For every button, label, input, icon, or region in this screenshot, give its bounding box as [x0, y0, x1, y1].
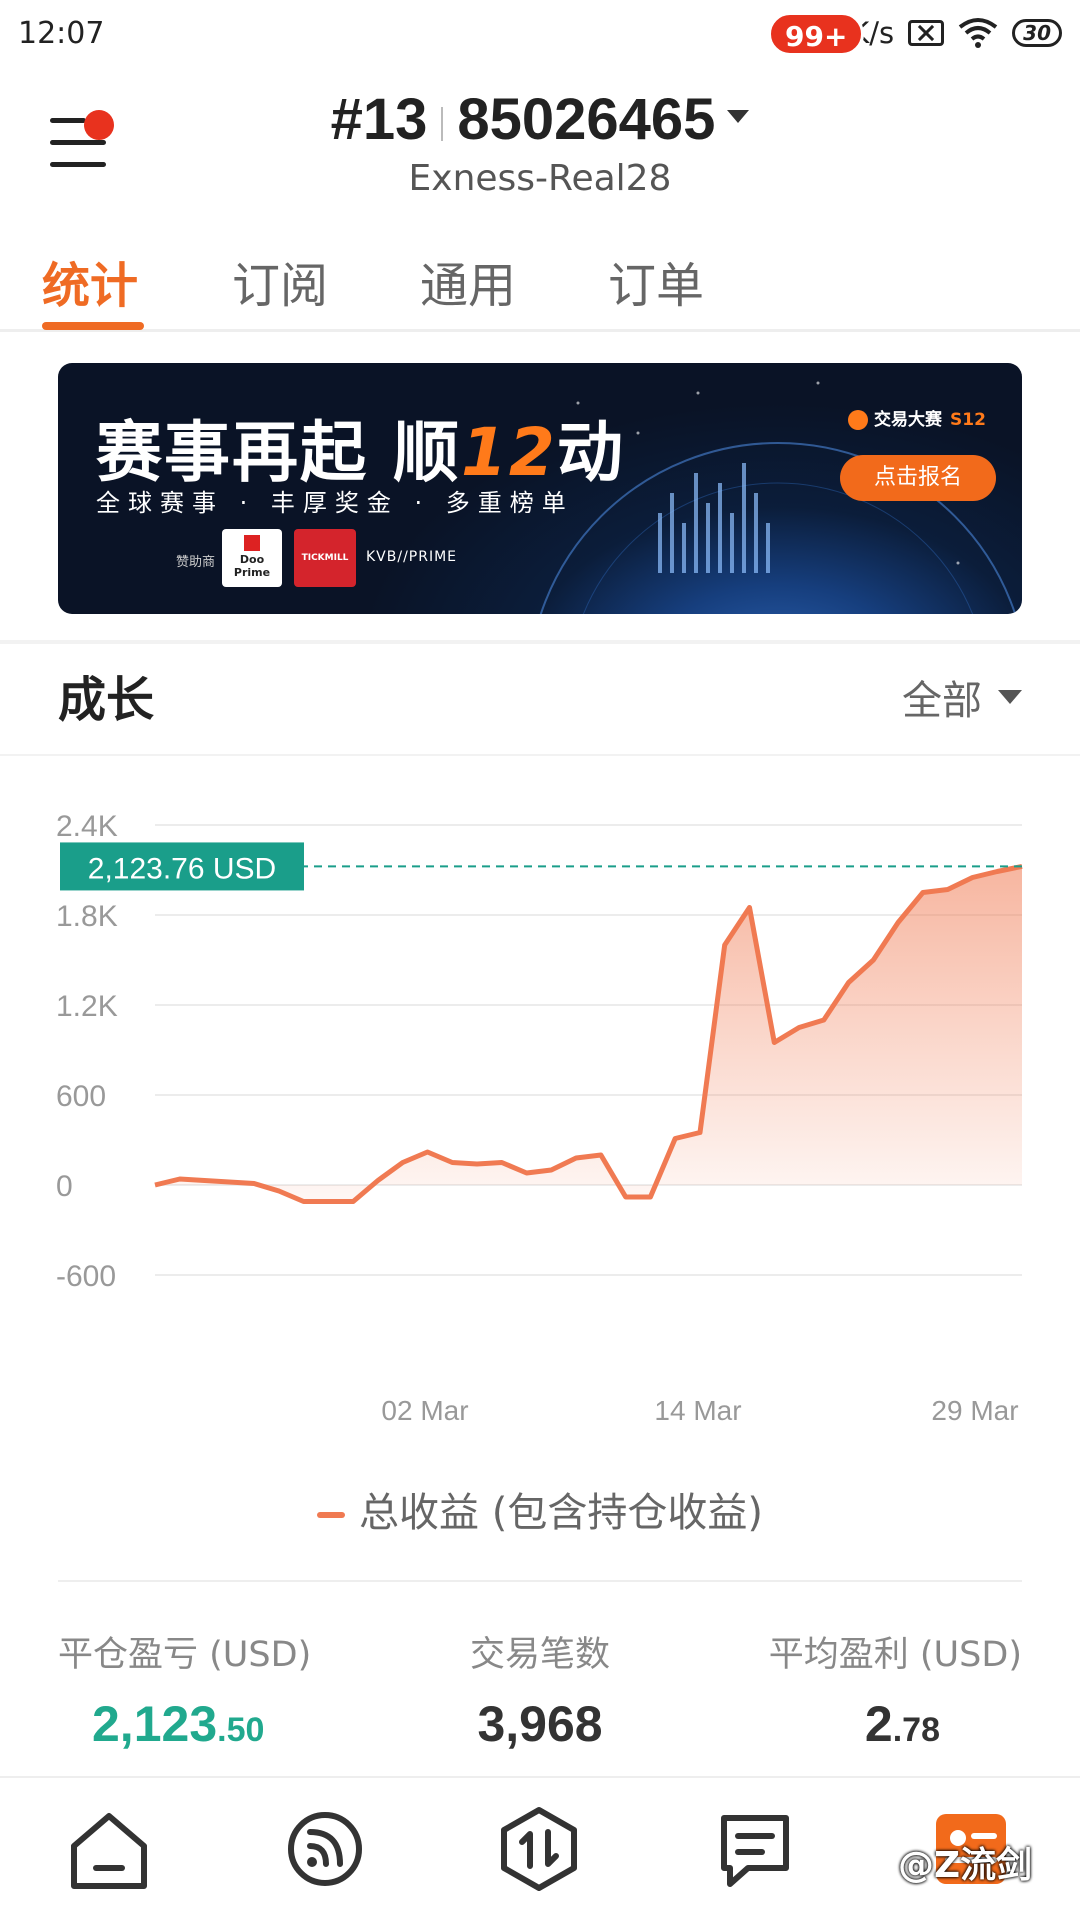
account-prefix: #13	[330, 87, 428, 152]
chevron-down-icon	[998, 690, 1022, 704]
y-tick-label: 600	[56, 1080, 106, 1113]
stat-value: 2.78	[692, 1695, 1022, 1753]
y-tick-label: -600	[56, 1260, 116, 1293]
banner-brand: 交易大赛 S12	[848, 405, 986, 430]
message-icon	[721, 1815, 789, 1887]
status-bar: 12:07 1.5K/s 30	[0, 0, 1080, 72]
y-tick-label: 0	[56, 1170, 73, 1203]
tab-bar: 统计 订阅 通用 订单	[0, 236, 1080, 332]
section-title: 成长	[58, 672, 155, 728]
stat-trade-count: 交易笔数 3,968	[375, 1626, 705, 1753]
sponsor-logo-kvb: KVB//PRIME	[366, 549, 458, 565]
tab-statistics[interactable]: 统计	[42, 246, 138, 316]
stat-value-decimal: .78	[892, 1711, 940, 1749]
current-value-label: 2,123.76 USD	[88, 852, 276, 885]
legend-label: 总收益 (包含持仓收益)	[359, 1490, 763, 1536]
y-tick-label: 1.2K	[56, 990, 118, 1023]
nav-feed[interactable]	[280, 1804, 370, 1894]
season-label: S12	[950, 410, 986, 430]
banner-title-number: 12	[460, 414, 557, 491]
series-area	[155, 866, 1022, 1202]
message-badge: 99+	[768, 12, 865, 56]
y-tick-label: 1.8K	[56, 900, 118, 933]
banner-title-part: 赛事再起 顺	[96, 414, 461, 491]
growth-chart: 2.4K 1.8K 1.2K 600 0 -600 02 Mar 14 Mar 29 Mar 2,…	[56, 810, 1023, 1426]
tab-subscribe[interactable]: 订阅	[232, 246, 328, 316]
nav-trade[interactable]	[494, 1804, 584, 1894]
range-dropdown[interactable]: 全部	[902, 668, 1022, 726]
watermark: @Z流剑	[898, 1845, 1033, 1886]
stat-value: 3,968	[375, 1695, 705, 1753]
banner-title-part: 动	[556, 414, 625, 491]
banner-title: 赛事再起 顺12动	[96, 399, 625, 495]
sponsor-logo-doo: Doo Prime	[222, 529, 282, 587]
chevron-down-icon	[727, 110, 750, 124]
status-time: 12:07	[18, 16, 105, 51]
stat-value-decimal: .50	[217, 1711, 265, 1749]
brand-name: 交易大赛	[874, 410, 942, 430]
stat-closed-pnl: 平仓盈亏 (USD) 2,123.50	[58, 1626, 388, 1753]
sponsor-logo-tickmill: TICKMILL	[294, 529, 356, 587]
section-divider	[0, 754, 1080, 756]
section-divider	[0, 640, 1080, 644]
x-tick-label: 29 Mar	[931, 1395, 1018, 1426]
tab-general[interactable]: 通用	[420, 246, 516, 316]
stat-value: 2,123.50	[58, 1695, 388, 1753]
stat-label: 平均盈利 (USD)	[768, 1635, 1022, 1675]
nav-messages[interactable]	[710, 1804, 800, 1894]
register-button[interactable]: 点击报名	[840, 455, 996, 501]
promo-banner[interactable]: 赛事再起 顺12动 全球赛事 · 丰厚奖金 · 多重榜单 赞助商 Doo Pri…	[58, 363, 1022, 614]
no-sim-icon	[908, 20, 945, 46]
home-icon	[71, 1813, 147, 1889]
stat-value-int: 3,968	[477, 1696, 603, 1752]
chart-legend: 总收益 (包含持仓收益)	[0, 1480, 1080, 1538]
account-selector[interactable]: #13 85026465	[0, 86, 1080, 153]
stat-label: 交易笔数	[469, 1635, 610, 1675]
banner-subtitle: 全球赛事 · 丰厚奖金 · 多重榜单	[96, 489, 574, 517]
y-tick-label: 2.4K	[56, 810, 118, 843]
legend-swatch	[317, 1512, 346, 1518]
range-value: 全部	[902, 678, 982, 724]
server-name: Exness-Real28	[408, 158, 672, 199]
brand-logo-icon	[848, 410, 868, 430]
active-tab-indicator	[42, 322, 144, 330]
wifi-icon	[958, 18, 998, 48]
stat-value-int: 2	[864, 1696, 893, 1752]
trade-icon	[501, 1807, 577, 1891]
feed-icon	[288, 1812, 362, 1886]
nav-home[interactable]	[64, 1804, 154, 1894]
divider	[58, 1580, 1022, 1582]
account-number: 85026465	[457, 87, 716, 152]
sponsor-label: 赞助商	[176, 555, 216, 570]
stat-label: 平仓盈亏 (USD)	[58, 1635, 312, 1675]
stat-avg-profit: 平均盈利 (USD) 2.78	[692, 1626, 1022, 1753]
account-separator	[441, 106, 444, 141]
stat-value-int: 2,123	[92, 1696, 218, 1752]
x-tick-label: 14 Mar	[654, 1395, 741, 1426]
battery-icon: 30	[1012, 19, 1062, 47]
tab-orders[interactable]: 订单	[608, 246, 704, 316]
x-tick-label: 02 Mar	[381, 1395, 468, 1426]
